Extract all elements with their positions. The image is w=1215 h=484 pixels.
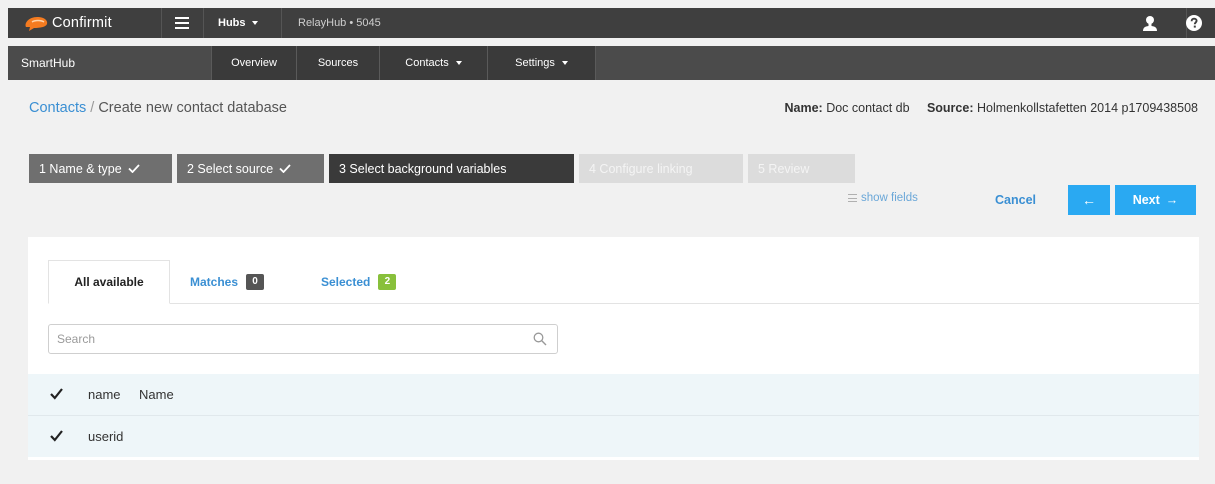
variable-name: userid	[88, 429, 124, 444]
variable-description: Name	[139, 387, 174, 402]
nav-overview[interactable]: Overview	[212, 46, 296, 80]
nav-overview-label: Overview	[231, 57, 277, 69]
nav-sources-label: Sources	[317, 57, 359, 69]
step-label: 1 Name & type	[39, 161, 122, 176]
checkbox-checked-icon[interactable]	[50, 388, 63, 400]
cancel-button[interactable]: Cancel	[995, 193, 1036, 207]
list-item[interactable]: name Name	[28, 374, 1199, 415]
source-label: Source:	[926, 101, 974, 115]
user-icon[interactable]	[1142, 15, 1158, 32]
smarthub-title[interactable]: SmartHub	[21, 56, 75, 70]
chevron-down-icon	[455, 61, 462, 65]
step-label: 3 Select background variables	[339, 161, 507, 176]
arrow-left-icon: ←	[1082, 192, 1096, 208]
help-icon[interactable]	[1186, 15, 1202, 31]
search-input[interactable]	[49, 325, 519, 353]
breadcrumb-separator: /	[86, 100, 99, 116]
nav-contacts-label: Contacts	[405, 57, 449, 69]
back-button[interactable]: ←	[1068, 185, 1110, 215]
nav-settings-label: Settings	[515, 57, 555, 69]
matches-count-badge: 0	[246, 274, 265, 290]
variables-panel: All available Matches 0 Selected 2 name Na…	[28, 237, 1199, 460]
next-label: Next	[1132, 193, 1160, 207]
search-box	[48, 324, 558, 354]
step-label: 4 Configure linking	[589, 161, 693, 176]
breadcrumb-current: Create new contact database	[98, 100, 287, 116]
step-review: 5 Review	[748, 154, 855, 183]
divider	[203, 8, 204, 38]
arrow-right-icon: →	[1165, 193, 1179, 207]
brand-name: Confirmit	[52, 15, 112, 31]
nav-settings[interactable]: Settings	[488, 46, 595, 80]
checkbox-checked-icon[interactable]	[50, 430, 63, 442]
divider	[281, 8, 282, 38]
tab-all-label: All available	[74, 275, 144, 289]
tab-all-available[interactable]: All available	[48, 260, 170, 304]
tab-selected[interactable]: Selected 2	[321, 260, 397, 304]
confirmit-logo-icon	[25, 17, 48, 31]
divider	[595, 46, 596, 80]
tab-matches[interactable]: Matches 0	[190, 260, 265, 304]
show-fields-label: show fields	[861, 192, 918, 204]
next-button[interactable]: Next →	[1115, 185, 1196, 215]
name-value: Doc contact db	[826, 101, 910, 115]
checkmark-icon	[279, 164, 291, 173]
tab-matches-label: Matches	[190, 275, 239, 289]
step-background-variables: 3 Select background variables	[329, 154, 574, 183]
list-item[interactable]: userid	[28, 416, 1199, 457]
step-name-type[interactable]: 1 Name & type	[29, 154, 172, 183]
step-select-source[interactable]: 2 Select source	[177, 154, 324, 183]
breadcrumb-contacts-link[interactable]: Contacts	[29, 100, 86, 116]
nav-sources[interactable]: Sources	[297, 46, 379, 80]
search-icon[interactable]	[533, 332, 547, 346]
tab-selected-label: Selected	[321, 275, 371, 289]
breadcrumb: Contacts / Create new contact database	[29, 100, 287, 116]
variable-name: name	[88, 387, 121, 402]
chevron-down-icon	[251, 21, 258, 26]
secondary-nav: SmartHub Overview Sources Contacts Setti…	[8, 46, 1215, 80]
top-bar: Confirmit Hubs RelayHub • 5045	[8, 8, 1215, 38]
chevron-down-icon	[561, 61, 568, 65]
step-label: 5 Review	[758, 161, 810, 176]
name-label: Name:	[784, 101, 823, 115]
list-icon	[848, 194, 857, 202]
selected-count-badge: 2	[378, 274, 397, 290]
step-configure-linking: 4 Configure linking	[579, 154, 743, 183]
divider	[161, 8, 162, 38]
step-label: 2 Select source	[187, 161, 274, 176]
nav-contacts[interactable]: Contacts	[380, 46, 487, 80]
source-value: Holmenkollstafetten 2014 p1709438508	[976, 101, 1198, 115]
brand[interactable]: Confirmit	[8, 8, 161, 38]
checkmark-icon	[128, 164, 140, 173]
hubs-dropdown[interactable]: Hubs	[218, 17, 258, 29]
show-fields-link[interactable]: show fields	[848, 192, 918, 204]
database-meta: Name: Doc contact db Source: Holmenkolls…	[784, 101, 1198, 115]
menu-icon[interactable]	[175, 17, 189, 29]
hub-identifier: RelayHub • 5045	[298, 17, 381, 29]
hubs-label: Hubs	[218, 17, 246, 29]
